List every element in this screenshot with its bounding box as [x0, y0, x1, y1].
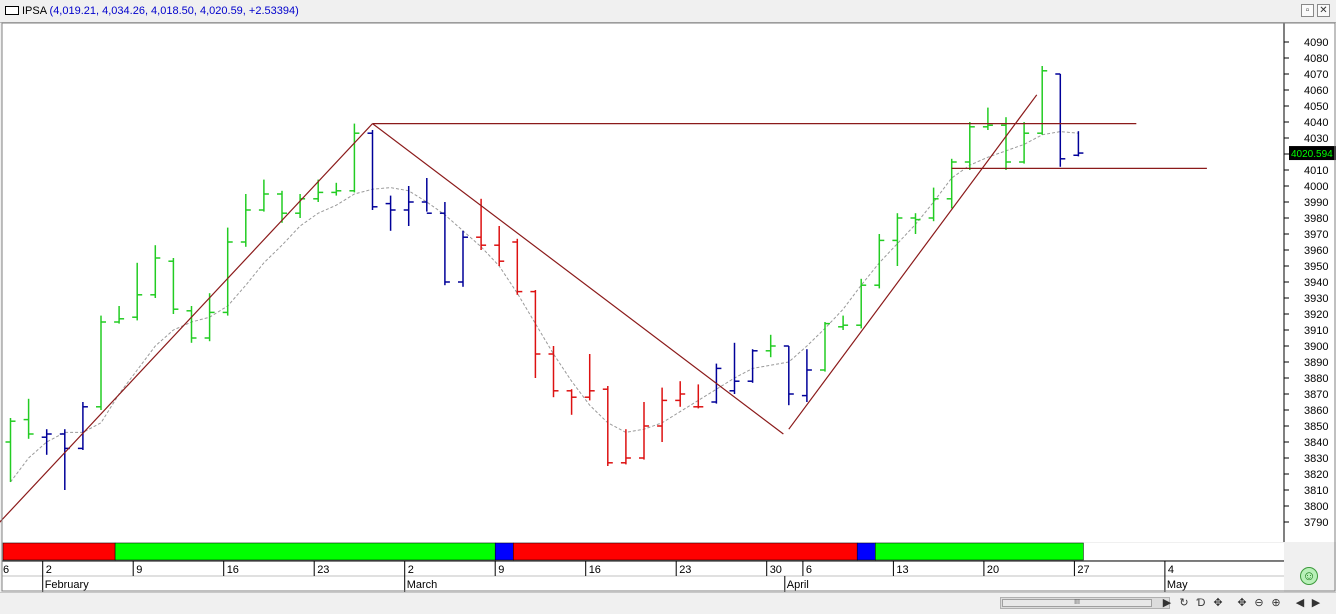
date-tick-label: 23 [679, 564, 691, 576]
y-tick-label: 4090 [1304, 37, 1328, 49]
price-chart[interactable]: 3790 3800 3810 3820 3830 3840 3850 3860 3870 3880… [0, 0, 1336, 592]
date-tick-label: 2 [408, 564, 414, 576]
y-tick-label: 3940 [1304, 277, 1328, 289]
last-price-label: 4020.594 [1291, 149, 1333, 160]
data-icon[interactable]: Ɗ [1194, 596, 1208, 610]
regime-band [513, 542, 858, 561]
date-tick-label: 16 [589, 564, 601, 576]
y-tick-label: 3810 [1304, 485, 1328, 497]
regime-band [2, 542, 116, 561]
y-tick-label: 3850 [1304, 421, 1328, 433]
date-tick-label: 30 [770, 564, 782, 576]
y-tick-label: 3870 [1304, 389, 1328, 401]
y-tick-label: 3900 [1304, 341, 1328, 353]
y-tick-label: 4060 [1304, 85, 1328, 97]
y-tick-label: 3860 [1304, 405, 1328, 417]
y-tick-label: 3930 [1304, 293, 1328, 305]
date-tick-label: 9 [498, 564, 504, 576]
y-tick-label: 3980 [1304, 213, 1328, 225]
y-tick-label: 3820 [1304, 469, 1328, 481]
date-tick-label: 6 [806, 564, 812, 576]
month-label: February [45, 579, 90, 591]
refresh-icon[interactable]: ↻ [1177, 596, 1191, 610]
y-tick-label: 3950 [1304, 261, 1328, 273]
y-tick-label: 3830 [1304, 453, 1328, 465]
y-tick-label: 3880 [1304, 373, 1328, 385]
y-tick-label: 3920 [1304, 309, 1328, 321]
zoom-out-icon[interactable]: ⊖ [1252, 596, 1266, 610]
y-tick-label: 3970 [1304, 229, 1328, 241]
y-tick-label: 3790 [1304, 517, 1328, 529]
y-tick-label: 4000 [1304, 181, 1328, 193]
move-icon[interactable]: ✥ [1235, 596, 1249, 610]
y-tick-label: 3840 [1304, 437, 1328, 449]
date-tick-label: 16 [227, 564, 239, 576]
regime-band [114, 542, 496, 561]
month-label: March [407, 579, 438, 591]
chart-toolbar: III ▶ ↻ Ɗ ✥ ✥ ⊖ ⊕ ◀ ▶ [0, 592, 1336, 614]
regime-band [494, 542, 514, 561]
date-tick-label: 4 [1168, 564, 1174, 576]
date-tick-label: 20 [987, 564, 999, 576]
date-tick-label: 23 [317, 564, 329, 576]
date-tick-label: 13 [896, 564, 908, 576]
scroll-right-icon[interactable]: ▶ [1309, 596, 1323, 610]
date-tick-label: 2 [46, 564, 52, 576]
horizontal-scrollbar[interactable]: III [1000, 597, 1170, 609]
month-label: May [1167, 579, 1188, 591]
y-tick-label: 4080 [1304, 53, 1328, 65]
date-tick-label: 9 [136, 564, 142, 576]
month-label: April [787, 579, 809, 591]
smiley-status-icon[interactable]: ☺ [1300, 567, 1318, 585]
y-tick-label: 4070 [1304, 69, 1328, 81]
scrollbar-thumb[interactable]: III [1002, 599, 1152, 607]
y-tick-label: 3910 [1304, 325, 1328, 337]
date-tick-label: 6 [3, 564, 9, 576]
y-tick-label: 4030 [1304, 133, 1328, 145]
plot-area [2, 23, 1284, 542]
zoom-in-icon[interactable]: ⊕ [1269, 596, 1283, 610]
scroll-right-icon[interactable]: ▶ [1160, 596, 1174, 610]
y-tick-label: 4040 [1304, 117, 1328, 129]
pan-icon[interactable]: ✥ [1211, 596, 1225, 610]
y-tick-label: 3990 [1304, 197, 1328, 209]
date-tick-label: 27 [1077, 564, 1089, 576]
y-tick-label: 4050 [1304, 101, 1328, 113]
scroll-left-icon[interactable]: ◀ [1293, 596, 1307, 610]
regime-band [875, 542, 1084, 561]
y-tick-label: 4010 [1304, 165, 1328, 177]
y-tick-label: 3800 [1304, 501, 1328, 513]
y-tick-label: 3890 [1304, 357, 1328, 369]
y-tick-label: 3960 [1304, 245, 1328, 257]
regime-band [856, 542, 876, 561]
